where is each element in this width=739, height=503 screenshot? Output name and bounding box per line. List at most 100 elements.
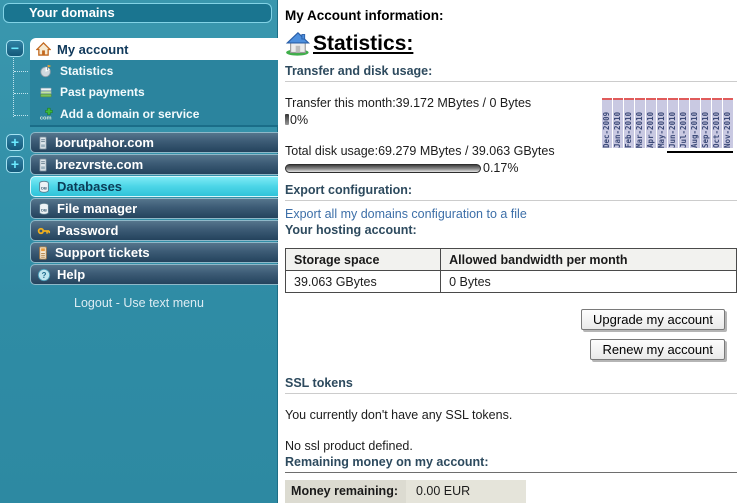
account-buttons: Upgrade my account Renew my account bbox=[285, 309, 725, 360]
key-icon bbox=[37, 224, 51, 238]
section-remaining-money: Remaining money on my account: bbox=[285, 455, 737, 473]
transfer-percent: 0% bbox=[290, 113, 308, 127]
section-transfer-disk-usage: Transfer and disk usage: bbox=[285, 64, 737, 82]
transfer-percent-row: 0% bbox=[285, 113, 585, 127]
file-manager-icon: DB bbox=[37, 202, 51, 216]
house-icon bbox=[36, 42, 51, 56]
server-icon bbox=[37, 158, 49, 172]
disk-line: Total disk usage:69.279 MBytes / 39.063 … bbox=[285, 144, 585, 158]
chart-bar: Nov-2010 bbox=[723, 98, 733, 148]
tree-branch bbox=[14, 71, 28, 72]
transfer-progress-bar bbox=[285, 114, 289, 125]
table-header-storage: Storage space bbox=[286, 249, 441, 271]
chart-bar-label: Jun-2010 bbox=[668, 100, 678, 148]
money-remaining-row: Money remaining: 0.00 EUR bbox=[285, 480, 737, 503]
sidebar-item-label: brezvrste.com bbox=[55, 157, 143, 172]
disk-progress-bar bbox=[285, 164, 481, 173]
sidebar-item-databases[interactable]: DB Databases bbox=[30, 176, 278, 197]
house-statistics-icon bbox=[285, 31, 312, 56]
logout-link[interactable]: Logout - Use text menu bbox=[0, 296, 278, 310]
chart-bar-label: Oct-2010 bbox=[712, 100, 722, 148]
svg-text:DB: DB bbox=[41, 207, 47, 212]
chart-bar: Jun-2010 bbox=[668, 98, 678, 148]
sidebar-item-past-payments[interactable]: Past payments bbox=[30, 82, 278, 104]
sidebar-item-help[interactable]: ? Help bbox=[30, 264, 278, 285]
svg-text:?: ? bbox=[42, 271, 47, 280]
chart-bar-label: Dec-2009 bbox=[602, 100, 612, 148]
chart-bar-label: Aug-2010 bbox=[690, 100, 700, 148]
chart-bar: Apr-2010 bbox=[646, 98, 656, 148]
sidebar-item-statistics[interactable]: Statistics bbox=[30, 60, 278, 82]
tree-line bbox=[13, 58, 14, 117]
database-icon: DB bbox=[37, 180, 51, 194]
disk-progress-row: 0.17% bbox=[285, 161, 585, 175]
sidebar-item-add-domain[interactable]: com Add a domain or service bbox=[30, 103, 278, 125]
sidebar-item-label: Add a domain or service bbox=[60, 107, 199, 121]
expand-borutpahor-button[interactable]: + bbox=[6, 134, 24, 151]
money-remaining-label: Money remaining: bbox=[285, 480, 406, 503]
table-header-bandwidth: Allowed bandwidth per month bbox=[441, 249, 737, 271]
pie-chart-icon bbox=[39, 64, 53, 78]
renew-account-button[interactable]: Renew my account bbox=[590, 339, 725, 360]
page-title: My Account information: bbox=[285, 8, 737, 23]
chart-bar: Jul-2010 bbox=[679, 98, 689, 148]
ssl-product-message: No ssl product defined. bbox=[285, 439, 737, 453]
chart-bar: Feb-2010 bbox=[624, 98, 634, 148]
add-domain-icon: com bbox=[39, 107, 53, 121]
sidebar-item-label: Password bbox=[57, 223, 118, 238]
sidebar-item-brezvrste[interactable]: brezvrste.com bbox=[30, 154, 278, 175]
chart-bar-label: Apr-2010 bbox=[646, 100, 656, 148]
chart-bar-label: Feb-2010 bbox=[624, 100, 634, 148]
server-icon bbox=[37, 136, 49, 150]
payments-icon bbox=[39, 85, 53, 99]
sidebar-item-password[interactable]: Password bbox=[30, 220, 278, 241]
chart-bar: Dec-2009 bbox=[602, 98, 612, 148]
statistics-heading: Statistics: bbox=[285, 31, 737, 56]
expand-brezvrste-button[interactable]: + bbox=[6, 156, 24, 173]
chart-bar: Sep-2010 bbox=[701, 98, 711, 148]
chart-bar: Oct-2010 bbox=[712, 98, 722, 148]
money-remaining-value: 0.00 EUR bbox=[406, 480, 526, 503]
monthly-transfer-chart: Dec-2009 Jan-2010 Feb-2010 Mar-2010 Apr-… bbox=[601, 96, 733, 175]
table-cell-storage: 39.063 GBytes bbox=[286, 271, 441, 293]
my-account-submenu: Statistics Past payments com Add a domai… bbox=[30, 60, 278, 127]
chart-bar: Mar-2010 bbox=[635, 98, 645, 148]
sidebar-title: Your domains bbox=[3, 3, 272, 23]
ssl-tokens-message: You currently don't have any SSL tokens. bbox=[285, 408, 737, 422]
main-content: My Account information: Statistics: Tran… bbox=[279, 0, 739, 503]
section-export-configuration: Export configuration: bbox=[285, 183, 737, 201]
chart-bar-label: Sep-2010 bbox=[701, 100, 711, 148]
export-configuration-link[interactable]: Export all my domains configuration to a… bbox=[285, 207, 527, 221]
chart-bar-label: Jul-2010 bbox=[679, 100, 689, 148]
sidebar-item-label: Databases bbox=[57, 179, 122, 194]
collapse-my-account-button[interactable]: − bbox=[6, 40, 24, 57]
sidebar-item-my-account[interactable]: My account bbox=[30, 38, 278, 60]
sidebar-item-label: Support tickets bbox=[55, 245, 150, 260]
sidebar-item-label: Past payments bbox=[60, 85, 145, 99]
svg-text:DB: DB bbox=[41, 185, 47, 190]
sidebar-item-borutpahor[interactable]: borutpahor.com bbox=[30, 132, 278, 153]
upgrade-account-button[interactable]: Upgrade my account bbox=[581, 309, 725, 330]
transfer-line: Transfer this month:39.172 MBytes / 0 By… bbox=[285, 96, 585, 110]
tree-branch bbox=[14, 93, 28, 94]
sidebar-item-label: Help bbox=[57, 267, 85, 282]
statistics-heading-label: Statistics: bbox=[313, 32, 413, 56]
sidebar: Your domains − My account Statistics Pas… bbox=[0, 0, 278, 503]
usage-text-column: Transfer this month:39.172 MBytes / 0 By… bbox=[285, 96, 585, 175]
table-cell-bandwidth: 0 Bytes bbox=[441, 271, 737, 293]
section-ssl-tokens: SSL tokens bbox=[285, 376, 737, 394]
hosting-account-table: Storage space Allowed bandwidth per mont… bbox=[285, 248, 737, 293]
chart-bar-label: Mar-2010 bbox=[635, 100, 645, 148]
sidebar-item-label: borutpahor.com bbox=[55, 135, 154, 150]
disk-percent: 0.17% bbox=[483, 161, 518, 175]
chart-bar-label: Jan-2010 bbox=[613, 100, 623, 148]
sidebar-item-file-manager[interactable]: DB File manager bbox=[30, 198, 278, 219]
sidebar-item-support-tickets[interactable]: Support tickets bbox=[30, 242, 278, 263]
chart-bar: May-2010 bbox=[657, 98, 667, 148]
chart-bar: Aug-2010 bbox=[690, 98, 700, 148]
sidebar-item-label: File manager bbox=[57, 201, 137, 216]
sidebar-item-label: My account bbox=[57, 42, 129, 57]
sidebar-item-label: Statistics bbox=[60, 64, 113, 78]
chart-bar-label: May-2010 bbox=[657, 100, 667, 148]
table-row: 39.063 GBytes 0 Bytes bbox=[286, 271, 737, 293]
